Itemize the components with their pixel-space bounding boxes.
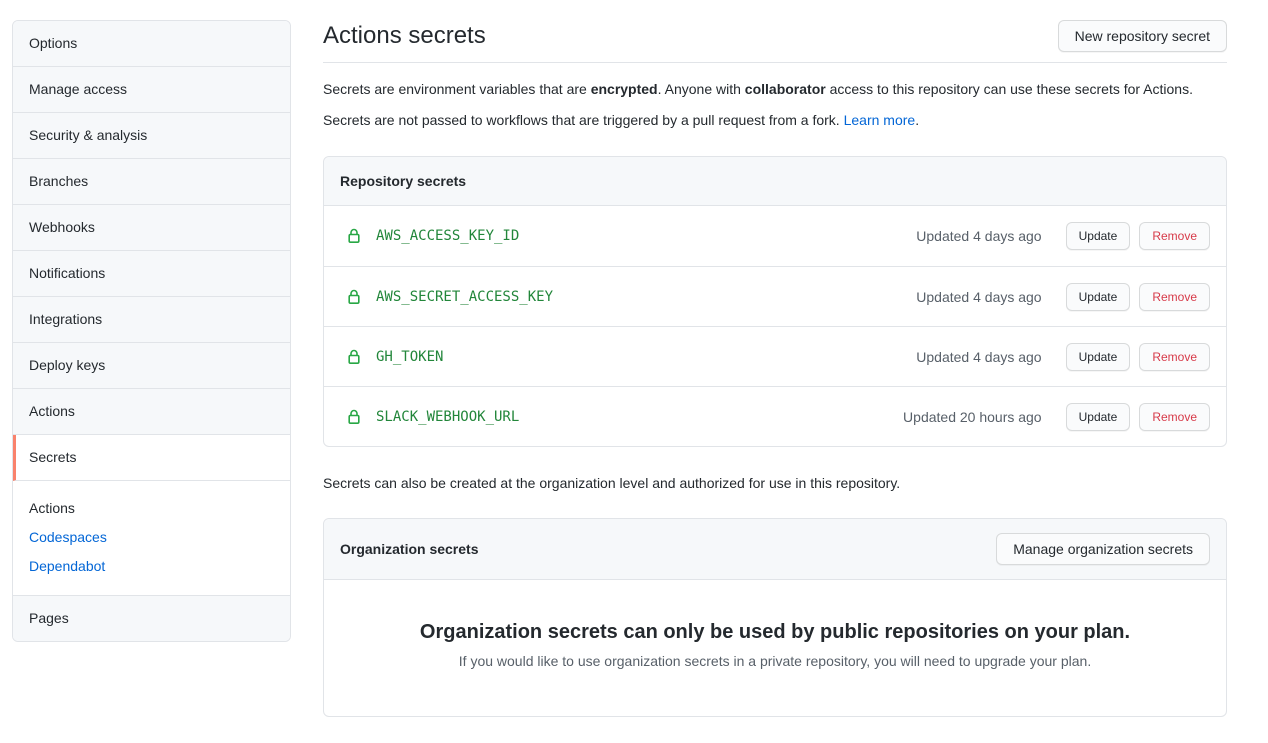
sidebar-item-webhooks[interactable]: Webhooks xyxy=(13,205,290,251)
desc-text: access to this repository can use these … xyxy=(826,81,1193,97)
organization-secrets-header: Organization secrets Manage organization… xyxy=(324,519,1226,580)
sidebar-item-branches[interactable]: Branches xyxy=(13,159,290,205)
secret-updated: Updated 20 hours ago xyxy=(903,409,1042,425)
organization-secrets-box: Organization secrets Manage organization… xyxy=(323,518,1227,717)
secret-row: SLACK_WEBHOOK_URL Updated 20 hours ago U… xyxy=(324,386,1226,446)
remove-secret-button[interactable]: Remove xyxy=(1139,403,1210,431)
submenu-item-actions[interactable]: Actions xyxy=(13,494,290,523)
desc-text: . Anyone with xyxy=(658,81,745,97)
secret-updated: Updated 4 days ago xyxy=(916,289,1041,305)
secret-row: AWS_ACCESS_KEY_ID Updated 4 days ago Upd… xyxy=(324,206,1226,266)
repository-secrets-header: Repository secrets xyxy=(324,157,1226,206)
secret-name: GH_TOKEN xyxy=(376,349,443,365)
manage-organization-secrets-button[interactable]: Manage organization secrets xyxy=(996,533,1210,565)
sidebar-item-actions[interactable]: Actions xyxy=(13,389,290,435)
update-secret-button[interactable]: Update xyxy=(1066,403,1131,431)
empty-state-title: Organization secrets can only be used by… xyxy=(364,621,1186,644)
organization-secrets-title: Organization secrets xyxy=(340,541,479,557)
sidebar-item-pages[interactable]: Pages xyxy=(13,596,290,641)
page-header: Actions secrets New repository secret xyxy=(323,20,1227,63)
settings-sidebar: Options Manage access Security & analysi… xyxy=(12,20,291,642)
submenu-item-dependabot[interactable]: Dependabot xyxy=(13,552,290,581)
desc-text: Secrets are not passed to workflows that… xyxy=(323,112,844,128)
desc-text: Secrets are environment variables that a… xyxy=(323,81,591,97)
desc-bold-collaborator: collaborator xyxy=(745,81,826,97)
secret-name: AWS_SECRET_ACCESS_KEY xyxy=(376,289,553,305)
settings-page: Options Manage access Security & analysi… xyxy=(0,0,1268,717)
secret-name: SLACK_WEBHOOK_URL xyxy=(376,409,519,425)
remove-secret-button[interactable]: Remove xyxy=(1139,343,1210,371)
update-secret-button[interactable]: Update xyxy=(1066,222,1131,250)
lock-icon xyxy=(346,289,362,305)
description-line-2: Secrets are not passed to workflows that… xyxy=(323,110,1227,131)
description-line-1: Secrets are environment variables that a… xyxy=(323,79,1227,100)
sidebar-item-deploy-keys[interactable]: Deploy keys xyxy=(13,343,290,389)
empty-state-subtitle: If you would like to use organization se… xyxy=(364,653,1186,669)
organization-secrets-empty-state: Organization secrets can only be used by… xyxy=(324,580,1226,716)
secret-row: GH_TOKEN Updated 4 days ago Update Remov… xyxy=(324,326,1226,386)
page-title: Actions secrets xyxy=(323,20,486,52)
sidebar-item-notifications[interactable]: Notifications xyxy=(13,251,290,297)
sidebar-item-security-analysis[interactable]: Security & analysis xyxy=(13,113,290,159)
lock-icon xyxy=(346,349,362,365)
sidebar-item-integrations[interactable]: Integrations xyxy=(13,297,290,343)
organization-note: Secrets can also be created at the organ… xyxy=(323,473,1227,494)
remove-secret-button[interactable]: Remove xyxy=(1139,283,1210,311)
lock-icon xyxy=(346,409,362,425)
desc-bold-encrypted: encrypted xyxy=(591,81,658,97)
sidebar-item-manage-access[interactable]: Manage access xyxy=(13,67,290,113)
secret-updated: Updated 4 days ago xyxy=(916,228,1041,244)
lock-icon xyxy=(346,228,362,244)
secret-row: AWS_SECRET_ACCESS_KEY Updated 4 days ago… xyxy=(324,266,1226,326)
remove-secret-button[interactable]: Remove xyxy=(1139,222,1210,250)
new-repository-secret-button[interactable]: New repository secret xyxy=(1058,20,1227,52)
repository-secrets-title: Repository secrets xyxy=(340,173,466,189)
update-secret-button[interactable]: Update xyxy=(1066,283,1131,311)
main-content: Actions secrets New repository secret Se… xyxy=(323,20,1227,717)
secret-name: AWS_ACCESS_KEY_ID xyxy=(376,228,519,244)
sidebar-item-options[interactable]: Options xyxy=(13,21,290,67)
submenu-item-codespaces[interactable]: Codespaces xyxy=(13,523,290,552)
repository-secrets-box: Repository secrets AWS_ACCESS_KEY_ID Upd… xyxy=(323,156,1227,447)
page-description: Secrets are environment variables that a… xyxy=(323,79,1227,131)
secrets-submenu: Actions Codespaces Dependabot xyxy=(13,481,290,596)
sidebar-item-secrets[interactable]: Secrets xyxy=(13,435,290,481)
secret-updated: Updated 4 days ago xyxy=(916,349,1041,365)
update-secret-button[interactable]: Update xyxy=(1066,343,1131,371)
learn-more-link[interactable]: Learn more xyxy=(844,112,916,128)
desc-text: . xyxy=(915,112,919,128)
